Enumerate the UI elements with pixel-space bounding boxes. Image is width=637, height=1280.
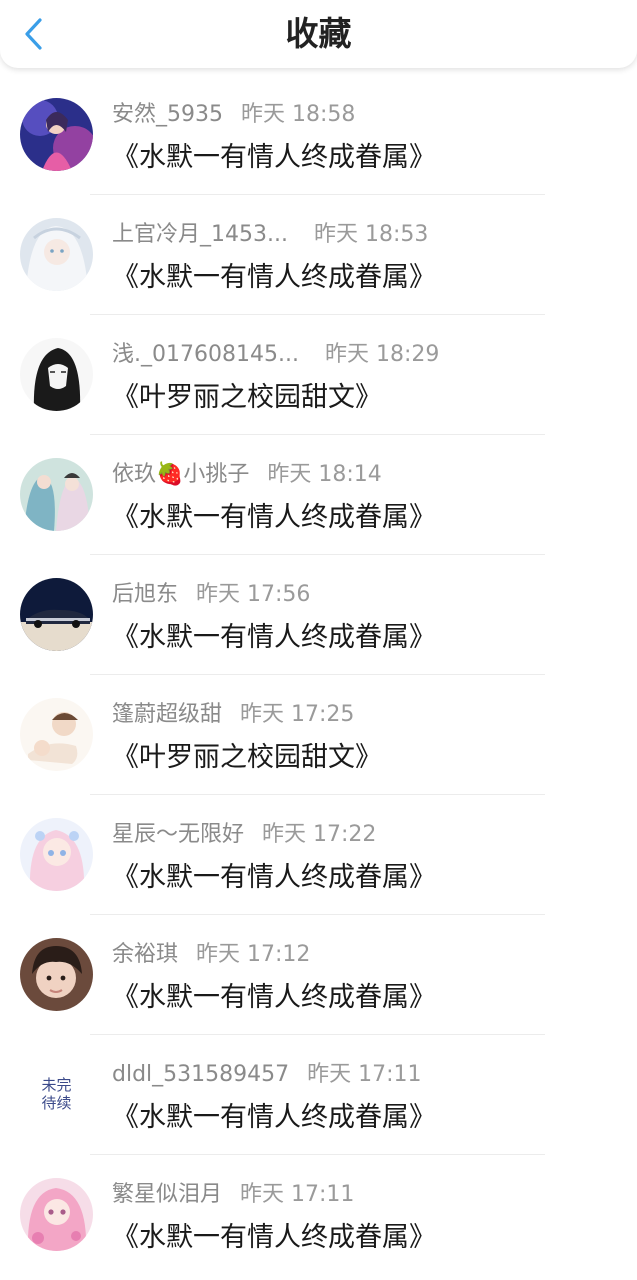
avatar[interactable]	[20, 338, 93, 411]
book-title[interactable]: 《水默一有情人终成眷属》	[112, 1218, 436, 1258]
page-title: 收藏	[285, 14, 352, 53]
book-title[interactable]: 《叶罗丽之校园甜文》	[112, 738, 382, 778]
divider	[90, 314, 545, 315]
username[interactable]: 余裕琪	[112, 940, 178, 970]
book-title[interactable]: 《水默一有情人终成眷属》	[112, 258, 436, 298]
avatar[interactable]	[20, 218, 93, 291]
list-item[interactable]: 后旭东 昨天 17:56 《水默一有情人终成眷属》	[0, 554, 637, 674]
list-item[interactable]: 浅._017608145... 昨天 18:29 《叶罗丽之校园甜文》	[0, 314, 637, 434]
divider	[90, 674, 545, 675]
username[interactable]: 浅._017608145...	[112, 340, 299, 370]
item-meta: 依玖🍓小挑子 昨天 18:14	[112, 460, 382, 490]
avatar[interactable]	[20, 458, 93, 531]
username[interactable]: 后旭东	[112, 580, 178, 610]
timestamp: 昨天 18:14	[267, 462, 382, 487]
avatar-text: 未完待续	[41, 1076, 71, 1112]
book-title[interactable]: 《水默一有情人终成眷属》	[112, 138, 436, 178]
timestamp: 昨天 17:56	[196, 582, 311, 607]
item-meta: 篷蔚超级甜 昨天 17:25	[112, 700, 354, 730]
item-meta: dldl_531589457 昨天 17:11	[112, 1060, 422, 1090]
timestamp: 昨天 17:25	[240, 702, 355, 727]
divider	[90, 794, 545, 795]
avatar[interactable]	[20, 1178, 93, 1251]
item-meta: 余裕琪 昨天 17:12	[112, 940, 310, 970]
book-title[interactable]: 《叶罗丽之校园甜文》	[112, 378, 382, 418]
timestamp: 昨天 17:11	[307, 1062, 422, 1087]
list-item[interactable]: 依玖🍓小挑子 昨天 18:14 《水默一有情人终成眷属》	[0, 434, 637, 554]
book-title[interactable]: 《水默一有情人终成眷属》	[112, 498, 436, 538]
username[interactable]: dldl_531589457	[112, 1060, 289, 1090]
avatar[interactable]	[20, 578, 93, 651]
divider	[90, 194, 545, 195]
timestamp: 昨天 18:58	[241, 102, 356, 127]
book-title[interactable]: 《水默一有情人终成眷属》	[112, 858, 436, 898]
timestamp: 昨天 17:11	[240, 1182, 355, 1207]
timestamp: 昨天 17:12	[196, 942, 311, 967]
favorites-page: 收藏 安然_5935 昨天 18:58 《水默一有情人终成眷属》 上官冷月_14…	[0, 0, 637, 1280]
item-meta: 上官冷月_1453... 昨天 18:53	[112, 220, 428, 250]
timestamp: 昨天 18:53	[313, 222, 429, 247]
list-item[interactable]: 篷蔚超级甜 昨天 17:25 《叶罗丽之校园甜文》	[0, 674, 637, 794]
item-meta: 星辰～无限好 昨天 17:22	[112, 820, 376, 850]
timestamp: 昨天 17:22	[262, 822, 377, 847]
divider	[90, 1034, 545, 1035]
avatar[interactable]: 未完待续	[20, 1058, 93, 1131]
username[interactable]: 繁星似泪月	[112, 1180, 222, 1210]
list-item[interactable]: 上官冷月_1453... 昨天 18:53 《水默一有情人终成眷属》	[0, 194, 637, 314]
favorites-list: 安然_5935 昨天 18:58 《水默一有情人终成眷属》 上官冷月_1453..…	[0, 74, 637, 1274]
username[interactable]: 上官冷月_1453...	[112, 220, 288, 250]
item-meta: 繁星似泪月 昨天 17:11	[112, 1180, 354, 1210]
item-meta: 后旭东 昨天 17:56	[112, 580, 310, 610]
timestamp: 昨天 18:29	[324, 342, 440, 367]
list-item[interactable]: 未完待续 dldl_531589457 昨天 17:11 《水默一有情人终成眷属》	[0, 1034, 637, 1154]
list-item[interactable]: 星辰～无限好 昨天 17:22 《水默一有情人终成眷属》	[0, 794, 637, 914]
list-item[interactable]: 安然_5935 昨天 18:58 《水默一有情人终成眷属》	[0, 74, 637, 194]
item-meta: 安然_5935 昨天 18:58	[112, 100, 355, 130]
list-item[interactable]: 繁星似泪月 昨天 17:11 《水默一有情人终成眷属》	[0, 1154, 637, 1274]
top-bar: 收藏	[0, 0, 637, 68]
username[interactable]: 星辰～无限好	[112, 820, 244, 850]
avatar[interactable]	[20, 818, 93, 891]
list-item[interactable]: 余裕琪 昨天 17:12 《水默一有情人终成眷属》	[0, 914, 637, 1034]
username[interactable]: 篷蔚超级甜	[112, 700, 222, 730]
book-title[interactable]: 《水默一有情人终成眷属》	[112, 978, 436, 1018]
username[interactable]: 安然_5935	[112, 100, 223, 130]
username[interactable]: 依玖🍓小挑子	[112, 460, 249, 490]
divider	[90, 554, 545, 555]
item-meta: 浅._017608145... 昨天 18:29	[112, 340, 439, 370]
avatar[interactable]	[20, 98, 93, 171]
avatar[interactable]	[20, 698, 93, 771]
divider	[90, 1154, 545, 1155]
divider	[90, 434, 545, 435]
divider	[90, 914, 545, 915]
book-title[interactable]: 《水默一有情人终成眷属》	[112, 618, 436, 658]
book-title[interactable]: 《水默一有情人终成眷属》	[112, 1098, 436, 1138]
avatar[interactable]	[20, 938, 93, 1011]
